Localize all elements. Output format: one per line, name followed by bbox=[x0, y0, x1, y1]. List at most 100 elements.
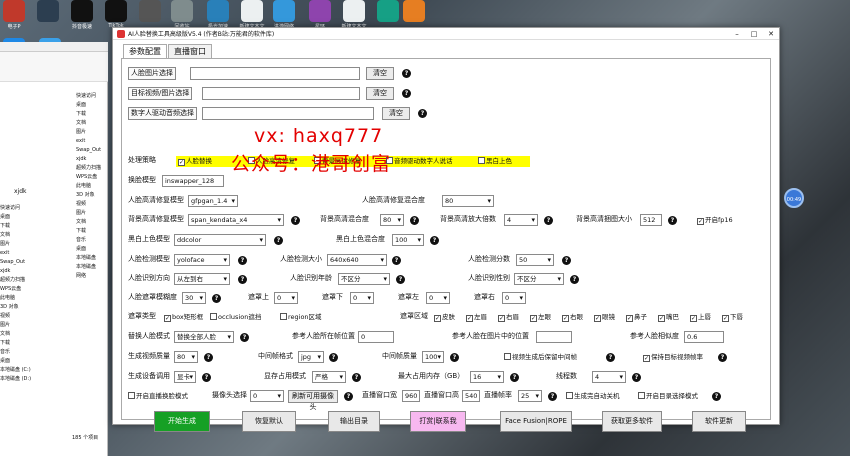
maximize-icon[interactable]: □ bbox=[746, 28, 762, 40]
tab-params[interactable]: 参数配置 bbox=[123, 44, 167, 58]
explorer-left-item[interactable]: xjdk bbox=[0, 267, 70, 276]
fp16-box[interactable]: ✓ bbox=[697, 218, 704, 225]
checkbox-box[interactable] bbox=[210, 313, 217, 320]
camera-select[interactable]: 0 bbox=[250, 390, 284, 402]
checkbox-box[interactable]: ✓ bbox=[530, 315, 537, 322]
desktop-icon[interactable] bbox=[136, 0, 164, 23]
close-icon[interactable]: ✕ bbox=[763, 28, 779, 40]
device-help-icon[interactable]: ? bbox=[202, 373, 211, 382]
target-help-icon[interactable]: ? bbox=[402, 89, 411, 98]
explorer-left-item[interactable]: 3D 对象 bbox=[0, 303, 70, 312]
colorize-model-select[interactable]: ddcolor bbox=[174, 234, 266, 246]
desktop-icon[interactable] bbox=[374, 0, 402, 23]
ref-sim-input[interactable]: 0.6 bbox=[684, 331, 724, 343]
desktop-icon[interactable]: 进游网络 bbox=[270, 0, 298, 30]
swap-mode-help-icon[interactable]: ? bbox=[240, 333, 249, 342]
mask-region-checkbox[interactable]: ✓ 眼镜 bbox=[594, 312, 615, 322]
dir-mode-box[interactable] bbox=[638, 392, 645, 399]
keep-frames-checkbox[interactable]: 视频生成后保留中间帧 bbox=[504, 352, 577, 362]
explorer-left-item[interactable]: 桌面 bbox=[0, 357, 70, 366]
digital-audio-label[interactable]: 数字人驱动音频选择 bbox=[128, 107, 197, 120]
face-enhance-blend-select[interactable]: 80 bbox=[442, 195, 494, 207]
explorer-left-item[interactable]: Swap_Out bbox=[0, 258, 70, 267]
colorize-blend-select[interactable]: 100 bbox=[392, 234, 424, 246]
age-help-icon[interactable]: ? bbox=[396, 275, 405, 284]
keep-frames-box[interactable] bbox=[504, 353, 511, 360]
explorer-left-item[interactable]: 此电脑 bbox=[0, 294, 70, 303]
reset-button[interactable]: 恢复默认 bbox=[242, 411, 296, 432]
detect-size-select[interactable]: 640x640 bbox=[327, 254, 387, 266]
desktop-icon[interactable] bbox=[400, 0, 428, 23]
gender-help-icon[interactable]: ? bbox=[570, 275, 579, 284]
mask-region-checkbox[interactable]: ✓ 皮肤 bbox=[434, 312, 455, 322]
bg-scale-select[interactable]: 4 bbox=[504, 214, 538, 226]
orient-help-icon[interactable]: ? bbox=[238, 275, 247, 284]
update-button[interactable]: 软件更新 bbox=[692, 411, 746, 432]
live-fps-help-icon[interactable]: ? bbox=[548, 392, 557, 401]
explorer-left-item[interactable]: 快速访问 bbox=[0, 204, 70, 213]
age-select[interactable]: 不区分 bbox=[338, 273, 390, 285]
checkbox-box[interactable] bbox=[478, 157, 485, 164]
explorer-left-item[interactable]: 图片 bbox=[0, 240, 70, 249]
bg-scale-help-icon[interactable]: ? bbox=[544, 216, 553, 225]
quality-help-icon[interactable]: ? bbox=[204, 353, 213, 362]
detect-size-help-icon[interactable]: ? bbox=[392, 256, 401, 265]
ref-pos-input[interactable]: 0 bbox=[358, 331, 394, 343]
checkbox-box[interactable] bbox=[280, 313, 287, 320]
live-mode-box[interactable] bbox=[128, 392, 135, 399]
minimize-icon[interactable]: – bbox=[729, 28, 745, 40]
dir-mode-help-icon[interactable]: ? bbox=[712, 392, 721, 401]
device-select[interactable]: 显卡 bbox=[174, 371, 196, 383]
explorer-left-item[interactable]: 下载 bbox=[0, 339, 70, 348]
checkbox-box[interactable]: ✓ bbox=[164, 315, 171, 322]
target-clear-button[interactable]: 清空 bbox=[366, 87, 394, 100]
strategy-checkbox[interactable]: ✓ 人脸替换 bbox=[178, 156, 212, 166]
start-button[interactable]: 开始生成 bbox=[154, 411, 210, 432]
target-input[interactable] bbox=[202, 87, 360, 100]
live-w-input[interactable]: 960 bbox=[402, 390, 420, 402]
mask-region-checkbox[interactable]: ✓ 上唇 bbox=[690, 312, 711, 322]
auto-shutdown-box[interactable] bbox=[566, 392, 573, 399]
explorer-left-item[interactable]: 音乐 bbox=[0, 348, 70, 357]
mask-region-checkbox[interactable]: ✓ 嘴巴 bbox=[658, 312, 679, 322]
mask-blur-help-icon[interactable]: ? bbox=[212, 294, 221, 303]
checkbox-box[interactable]: ✓ bbox=[658, 315, 665, 322]
frame-quality-help-icon[interactable]: ? bbox=[450, 353, 459, 362]
explorer-left-item[interactable]: 超频力扫描 bbox=[0, 276, 70, 285]
orient-select[interactable]: 从左到右 bbox=[174, 273, 230, 285]
keep-frames-help-icon[interactable]: ? bbox=[606, 353, 615, 362]
more-software-button[interactable]: 获取更多软件 bbox=[602, 411, 662, 432]
strategy-checkbox[interactable]: 黑白上色 bbox=[478, 156, 512, 166]
gender-select[interactable]: 不区分 bbox=[514, 273, 564, 285]
checkbox-box[interactable]: ✓ bbox=[594, 315, 601, 322]
desktop-icon[interactable]: 星环 bbox=[306, 0, 334, 30]
facefusion-button[interactable]: Face Fusion|ROPE bbox=[500, 411, 572, 432]
swap-model-field[interactable]: inswapper_128 bbox=[162, 175, 224, 187]
face-enhance-model-select[interactable]: gfpgan_1.4 bbox=[188, 195, 238, 207]
mask-region-checkbox[interactable]: ✓ 下唇 bbox=[722, 312, 743, 322]
frame-quality-select[interactable]: 100 bbox=[422, 351, 444, 363]
keep-fps-checkbox[interactable]: ✓ 保持目标视频帧率 bbox=[643, 352, 703, 362]
desktop-icon[interactable]: 电子P bbox=[0, 0, 28, 30]
explorer-left-item[interactable]: WPS云盘 bbox=[0, 285, 70, 294]
desktop-icon[interactable]: 抖音极速 bbox=[68, 0, 96, 30]
threads-help-icon[interactable]: ? bbox=[632, 373, 641, 382]
occ-top-select[interactable]: 0 bbox=[274, 292, 298, 304]
checkbox-box[interactable]: ✓ bbox=[498, 315, 505, 322]
explorer-path[interactable]: xjdk bbox=[14, 188, 27, 195]
checkbox-box[interactable]: ✓ bbox=[562, 315, 569, 322]
max-mem-select[interactable]: 16 bbox=[470, 371, 504, 383]
checkbox-box[interactable]: ✓ bbox=[722, 315, 729, 322]
auto-shutdown-checkbox[interactable]: 生成完自动关机 bbox=[566, 391, 620, 401]
refresh-camera-button[interactable]: 刷新可用摄像头 bbox=[288, 390, 338, 411]
detect-score-help-icon[interactable]: ? bbox=[562, 256, 571, 265]
mask-region-checkbox[interactable]: ✓ 左眼 bbox=[530, 312, 551, 322]
explorer-left-item[interactable]: 图片 bbox=[0, 321, 70, 330]
vram-select[interactable]: 严格 bbox=[312, 371, 346, 383]
checkbox-box[interactable]: ✓ bbox=[626, 315, 633, 322]
swap-mode-select[interactable]: 替换全部人脸 bbox=[174, 331, 234, 343]
floating-timer-ball[interactable]: 00:49 bbox=[784, 188, 804, 208]
keep-fps-box[interactable]: ✓ bbox=[643, 355, 650, 362]
bg-tile-input[interactable]: 512 bbox=[640, 214, 662, 226]
occ-right-select[interactable]: 0 bbox=[502, 292, 526, 304]
